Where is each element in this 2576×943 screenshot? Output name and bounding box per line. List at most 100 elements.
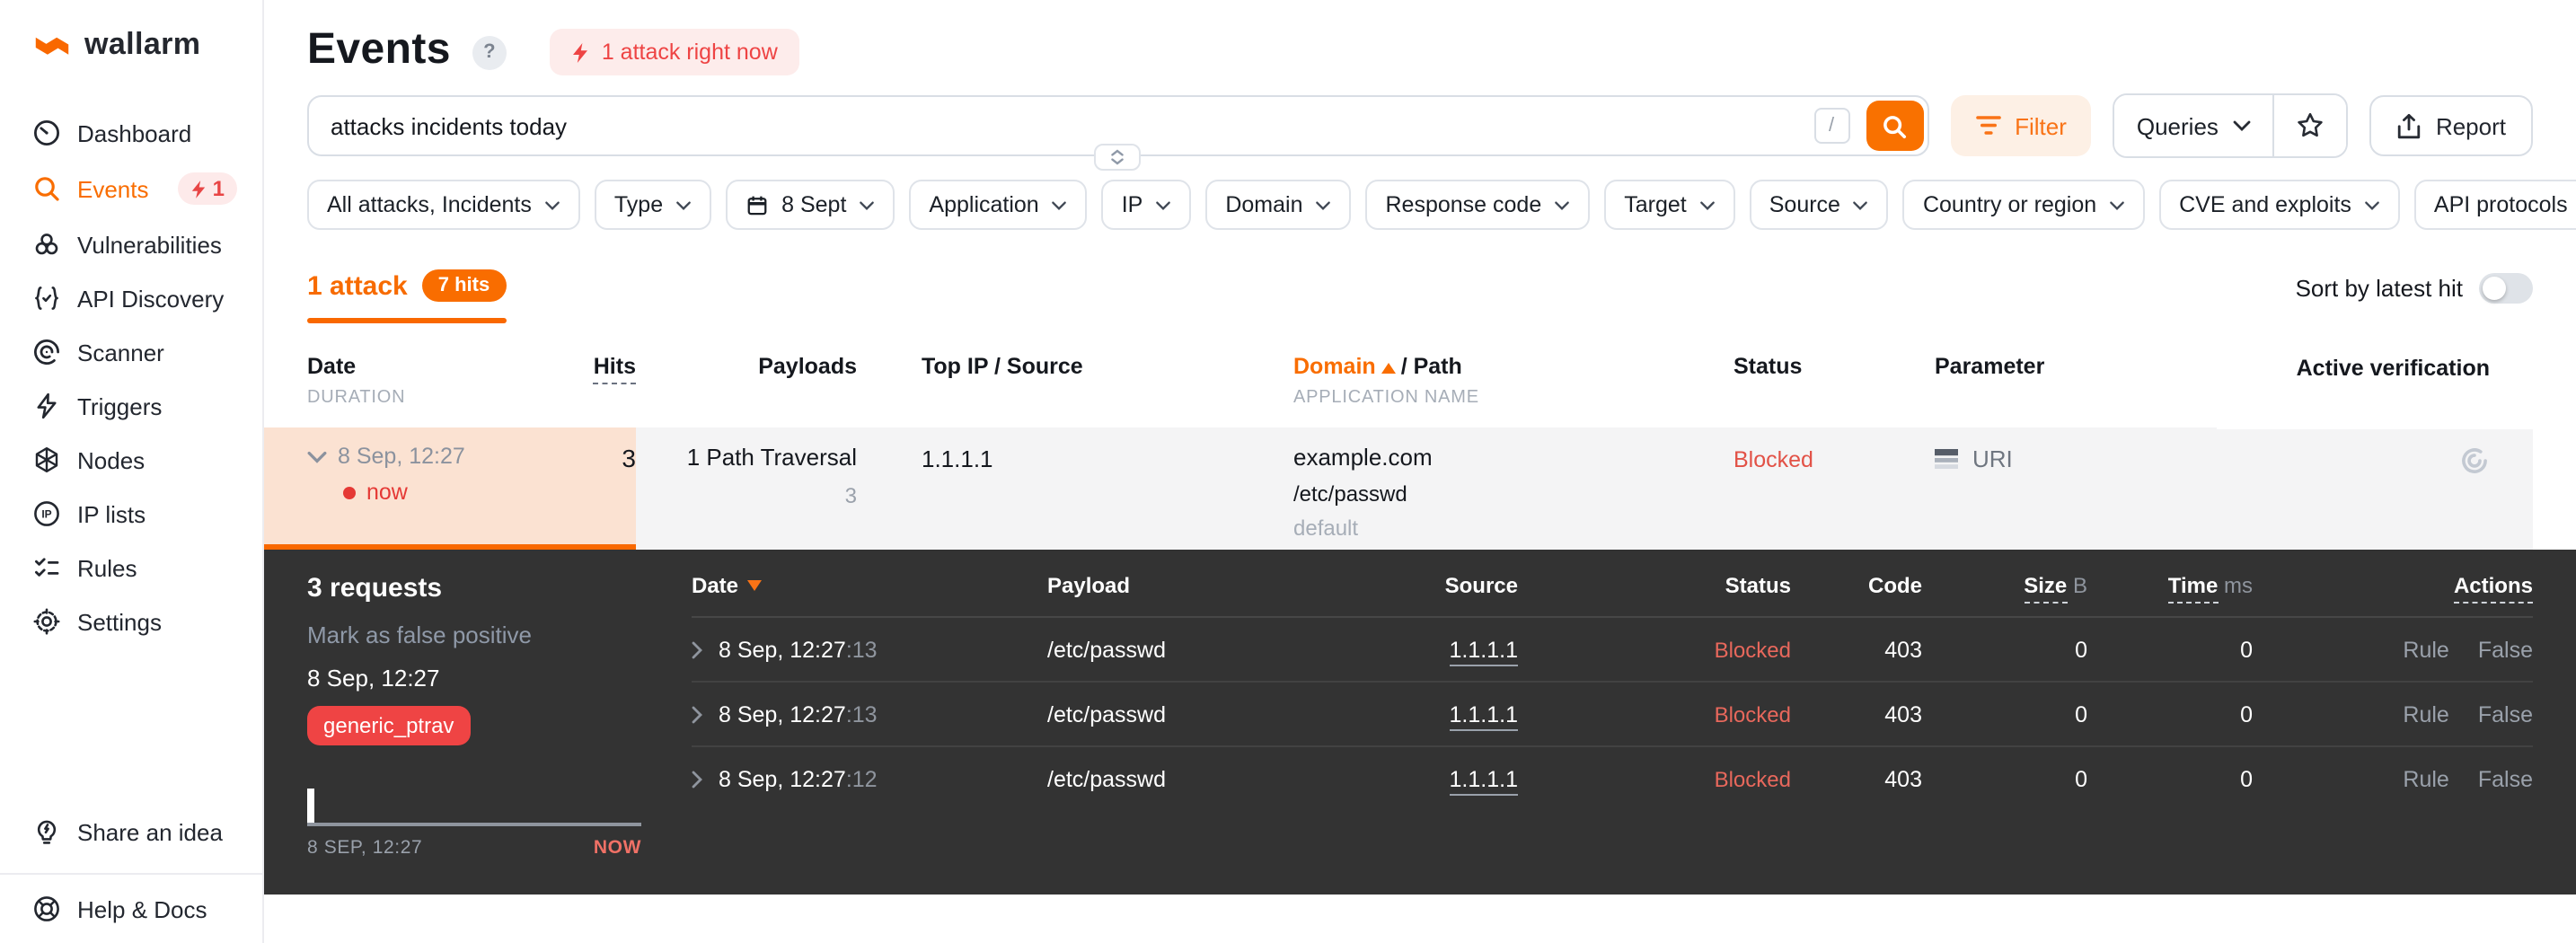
queries-group: Queries xyxy=(2113,93,2348,158)
filter-chip-domain[interactable]: Domain xyxy=(1205,180,1352,230)
filter-chip-date[interactable]: 8 Sept xyxy=(726,180,895,230)
favorite-query-button[interactable] xyxy=(2272,95,2346,156)
request-actions: Rule False xyxy=(2253,766,2533,791)
source-ip-link[interactable]: 1.1.1.1 xyxy=(1275,762,1518,795)
col-header-domain-path[interactable]: Domain / Path APPLICATION NAME xyxy=(1265,354,1705,408)
chevron-up-down-icon xyxy=(1111,149,1125,165)
filter-chip-cve[interactable]: CVE and exploits xyxy=(2159,180,2400,230)
filter-button[interactable]: Filter xyxy=(1950,95,2092,156)
chevron-down-icon xyxy=(1316,200,1331,209)
sidebar: wallarm Dashboard Events 1 Vulnerabiliti… xyxy=(0,0,264,943)
request-row[interactable]: 8 Sep, 12:27:12 /etc/passwd 1.1.1.1 Bloc… xyxy=(692,745,2533,810)
mark-false-positive-link[interactable]: Mark as false positive xyxy=(307,621,684,648)
source-ip-link[interactable]: 1.1.1.1 xyxy=(1275,698,1518,730)
slash-shortcut-key: / xyxy=(1813,108,1850,144)
filter-chip-response-code[interactable]: Response code xyxy=(1365,180,1591,230)
attack-alert-badge[interactable]: 1 attack right now xyxy=(549,29,799,75)
sidebar-item-scanner[interactable]: Scanner xyxy=(0,325,262,379)
search-button[interactable] xyxy=(1866,101,1924,151)
sidebar-item-dashboard[interactable]: Dashboard xyxy=(0,106,262,160)
req-col-status: Status xyxy=(1725,573,1791,598)
filter-chip-api-protocols[interactable]: API protocols xyxy=(2413,180,2576,230)
request-status: Blocked xyxy=(1714,701,1791,727)
attacks-table-header: Date DURATION Hits Payloads Top IP / Sou… xyxy=(264,354,2576,408)
attack-tag[interactable]: generic_ptrav xyxy=(307,706,471,745)
sidebar-item-share-idea[interactable]: Share an idea xyxy=(0,798,262,866)
sidebar-item-ip-lists[interactable]: IP IP lists xyxy=(0,487,262,541)
sidebar-item-api-discovery[interactable]: API Discovery xyxy=(0,271,262,325)
hexagon-nodes-icon xyxy=(32,445,61,474)
brand-name: wallarm xyxy=(84,27,201,61)
rule-action[interactable]: Rule xyxy=(2403,637,2448,662)
attack-top-ip-cell: 1.1.1.1 xyxy=(878,427,1265,550)
filter-chip-target[interactable]: Target xyxy=(1604,180,1735,230)
source-ip-link[interactable]: 1.1.1.1 xyxy=(1275,633,1518,665)
attack-hits-cell: 3 xyxy=(550,427,636,550)
wallarm-logo[interactable]: wallarm xyxy=(0,0,262,81)
request-status: Blocked xyxy=(1714,637,1791,662)
rule-action[interactable]: Rule xyxy=(2403,766,2448,791)
attack-row[interactable]: 8 Sep, 12:27 now 3 1 Path Traversal 3 1.… xyxy=(264,427,2576,550)
col-header-hits[interactable]: Hits xyxy=(550,354,636,408)
help-icon[interactable]: ? xyxy=(472,35,507,69)
lifebuoy-icon xyxy=(32,895,61,923)
false-positive-action[interactable]: False xyxy=(2478,701,2533,727)
col-header-parameter: Parameter xyxy=(1935,354,2045,379)
filter-chip-ip[interactable]: IP xyxy=(1101,180,1192,230)
sidebar-item-rules[interactable]: Rules xyxy=(0,541,262,595)
gear-icon xyxy=(32,607,61,636)
sidebar-item-label: Help & Docs xyxy=(77,895,207,922)
sidebar-item-triggers[interactable]: Triggers xyxy=(0,379,262,433)
col-header-active-verification: Active verification xyxy=(2296,356,2490,381)
filter-chip-country[interactable]: Country or region xyxy=(1902,180,2146,230)
request-actions: Rule False xyxy=(2253,701,2533,727)
request-row[interactable]: 8 Sep, 12:27:13 /etc/passwd 1.1.1.1 Bloc… xyxy=(692,681,2533,745)
sidebar-item-help-docs[interactable]: Help & Docs xyxy=(0,875,262,943)
sidebar-item-nodes[interactable]: Nodes xyxy=(0,433,262,487)
filter-lines-icon xyxy=(1975,116,2000,135)
chevron-down-icon xyxy=(1854,200,1868,209)
page-title: Events xyxy=(307,25,451,74)
filter-chip-source[interactable]: Source xyxy=(1749,180,1889,230)
tab-attacks[interactable]: 1 attack 7 hits xyxy=(307,269,507,323)
gauge-icon xyxy=(32,119,61,147)
report-button[interactable]: Report xyxy=(2369,95,2533,156)
req-col-date[interactable]: Date xyxy=(692,573,1006,598)
search-toolbar: / Filter Queries xyxy=(307,93,2533,171)
chevron-down-icon xyxy=(2365,200,2379,209)
collapse-filters-handle[interactable] xyxy=(1094,144,1142,171)
attack-parameter-cell: URI xyxy=(1902,427,2217,550)
chevron-expanded-icon xyxy=(307,450,327,463)
req-col-time[interactable]: Time ms xyxy=(2087,573,2253,604)
queries-button[interactable]: Queries xyxy=(2114,95,2272,156)
req-col-size[interactable]: Size B xyxy=(1922,573,2087,604)
checklist-icon xyxy=(32,553,61,582)
lightbulb-icon xyxy=(32,817,61,846)
false-positive-action[interactable]: False xyxy=(2478,637,2533,662)
sidebar-item-label: Scanner xyxy=(77,339,164,366)
filter-chip-application[interactable]: Application xyxy=(909,180,1088,230)
filter-chip-attack-type[interactable]: All attacks, Incidents xyxy=(307,180,580,230)
sort-by-latest-hit-toggle[interactable] xyxy=(2479,273,2533,304)
braces-check-icon xyxy=(32,284,61,313)
rule-action[interactable]: Rule xyxy=(2403,701,2448,727)
attack-date-cell: 8 Sep, 12:27 now xyxy=(264,427,550,550)
sidebar-item-events[interactable]: Events 1 xyxy=(0,160,262,217)
sidebar-item-label: Dashboard xyxy=(77,119,192,146)
search-box: / xyxy=(307,95,1929,171)
timeline-start-label: 8 SEP, 12:27 xyxy=(307,837,423,859)
search-icon xyxy=(1883,115,1907,138)
chevron-down-icon xyxy=(2110,200,2124,209)
sort-control: Sort by latest hit xyxy=(2296,273,2533,304)
sidebar-item-settings[interactable]: Settings xyxy=(0,595,262,648)
wallarm-flag-icon xyxy=(32,30,72,60)
sidebar-item-vulnerabilities[interactable]: Vulnerabilities xyxy=(0,217,262,271)
false-positive-action[interactable]: False xyxy=(2478,766,2533,791)
sidebar-item-label: API Discovery xyxy=(77,285,225,312)
request-row[interactable]: 8 Sep, 12:27:13 /etc/passwd 1.1.1.1 Bloc… xyxy=(692,618,2533,681)
request-status: Blocked xyxy=(1714,766,1791,791)
sort-asc-icon xyxy=(1381,363,1396,374)
filter-chip-type[interactable]: Type xyxy=(594,180,712,230)
timeline-bar xyxy=(307,789,314,823)
req-col-actions[interactable]: Actions xyxy=(2253,573,2533,604)
